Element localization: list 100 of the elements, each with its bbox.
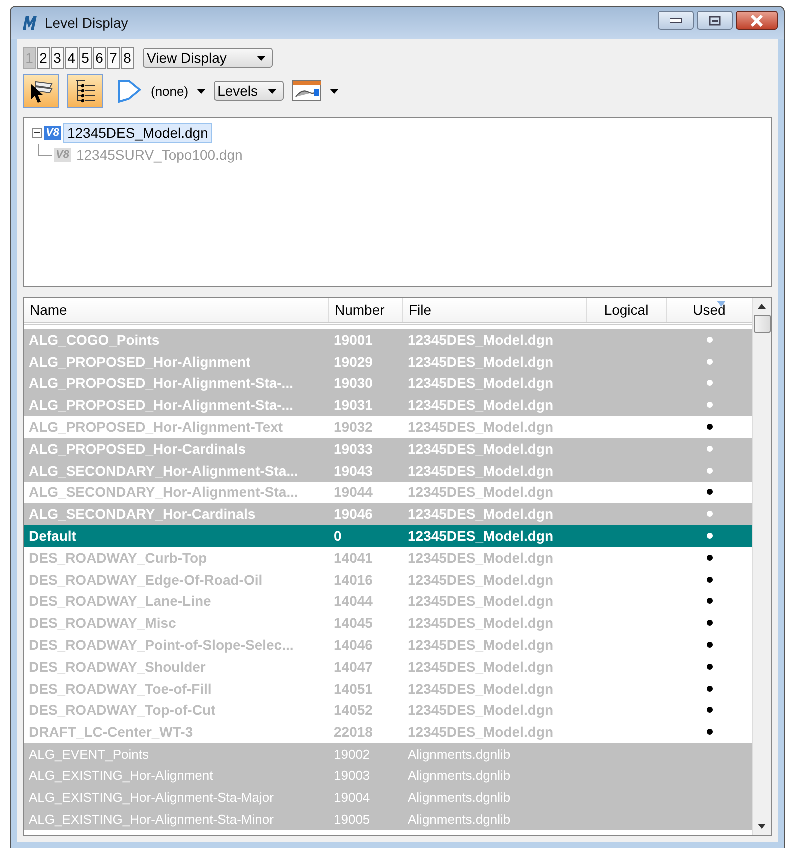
level-row[interactable]: ALG_EXISTING_Hor-Alignment-Sta-Major 19004 Alignments.dgnlib	[24, 786, 752, 809]
level-name: ALG_COGO_Points	[28, 332, 161, 348]
view-tab[interactable]: 5	[79, 47, 92, 69]
level-name: DES_ROADWAY_Point-of-Slope-Selec...	[28, 637, 295, 654]
level-number: 19029	[333, 354, 374, 370]
close-button[interactable]	[736, 11, 778, 30]
level-file: 12345DES_Model.dgn	[407, 375, 554, 392]
level-name: ALG_EXISTING_Hor-Alignment-Sta-Minor	[28, 812, 275, 827]
column-header[interactable]: Logical	[587, 298, 667, 322]
level-row[interactable]: ALG_PROPOSED_Hor-Cardinals 19033 12345DES_Model.dgn	[24, 438, 752, 460]
level-row[interactable]: ALG_PROPOSED_Hor-Alignment-Sta-... 19031 12345DES_Model.dgn	[24, 394, 752, 416]
level-row[interactable]: ALG_EXISTING_Hor-Alignment 19003 Alignments.dgnlib	[24, 764, 752, 787]
level-name: ALG_PROPOSED_Hor-Cardinals	[28, 440, 248, 457]
maximize-button[interactable]	[697, 11, 733, 30]
dropdown-arrow-icon	[196, 88, 206, 94]
filter-dropdown[interactable]: (none)	[151, 84, 206, 98]
view-tab[interactable]: 8	[121, 47, 134, 69]
level-row[interactable]: ALG_EXISTING_Hor-Alignment-Sta-Minor 19005 Alignments.dgnlib	[24, 808, 752, 830]
level-name: Default	[28, 528, 78, 544]
level-row[interactable]: ALG_PROPOSED_Hor-Alignment-Sta-... 19030 12345DES_Model.dgn	[24, 372, 752, 394]
level-number: 14046	[333, 637, 374, 654]
display-mode-dropdown[interactable]	[292, 80, 340, 102]
level-number: 22018	[333, 724, 374, 740]
level-row[interactable]: ALG_PROPOSED_Hor-Alignment 19029 12345DES_Model.dgn	[24, 350, 752, 373]
level-number: 19031	[333, 397, 374, 414]
column-header[interactable]: Used	[667, 298, 752, 322]
level-number: 19001	[333, 332, 374, 348]
level-file: 12345DES_Model.dgn	[407, 506, 554, 522]
level-file: 12345DES_Model.dgn	[407, 702, 554, 718]
level-number: 19030	[333, 375, 374, 392]
dropdown-arrow-icon	[257, 56, 266, 60]
layers-pointer-toggle[interactable]	[23, 74, 59, 108]
level-number: 14047	[333, 658, 374, 675]
level-file: Alignments.dgnlib	[407, 768, 512, 784]
level-row[interactable]: ALG_COGO_Points 19001 12345DES_Model.dgn	[24, 329, 752, 351]
view-dropdown[interactable]: View Display	[143, 48, 273, 68]
level-file: 12345DES_Model.dgn	[407, 332, 554, 348]
level-row[interactable]: ALG_SECONDARY_Hor-Alignment-Sta... 19043 12345DES_Model.dgn	[24, 460, 752, 482]
level-file: 12345DES_Model.dgn	[407, 572, 554, 588]
level-number: 19002	[333, 746, 372, 762]
level-number: 19033	[333, 440, 374, 457]
column-header[interactable]: Number	[329, 298, 403, 322]
level-row[interactable]: Default 0 12345DES_Model.dgn	[24, 525, 752, 547]
level-name: ALG_EXISTING_Hor-Alignment	[28, 768, 214, 784]
level-number: 19044	[333, 484, 374, 500]
level-number: 0	[333, 528, 343, 544]
dropdown-arrow-icon	[268, 88, 278, 94]
minimize-button[interactable]	[658, 11, 694, 30]
level-name: ALG_SECONDARY_Hor-Alignment-Sta...	[28, 484, 300, 500]
collapse-icon[interactable]	[32, 128, 42, 138]
level-number: 19004	[333, 790, 372, 806]
level-name: ALG_EXISTING_Hor-Alignment-Sta-Major	[28, 790, 275, 806]
level-file: 12345DES_Model.dgn	[407, 724, 554, 740]
level-number: 19005	[333, 812, 372, 827]
level-number: 14016	[333, 572, 374, 588]
view-tab[interactable]: 3	[51, 47, 64, 69]
file-type-badge: V8	[44, 126, 62, 140]
scrollbar[interactable]	[752, 298, 771, 835]
level-row[interactable]: ALG_SECONDARY_Hor-Cardinals 19046 12345DES_Model.dgn	[24, 503, 752, 526]
tree-list-icon	[73, 78, 97, 104]
level-file: 12345DES_Model.dgn	[407, 550, 554, 566]
level-name: DES_ROADWAY_Curb-Top	[28, 550, 208, 566]
level-name: DRAFT_LC-Center_WT-3	[28, 724, 194, 740]
column-header[interactable]: File	[403, 298, 587, 322]
level-file: 12345DES_Model.dgn	[407, 419, 554, 436]
level-name: DES_ROADWAY_Top-of-Cut	[28, 702, 217, 718]
level-name: DES_ROADWAY_Misc	[28, 615, 178, 632]
level-file: Alignments.dgnlib	[407, 790, 512, 806]
scroll-down-icon[interactable]	[758, 824, 766, 829]
view-tab[interactable]: 6	[93, 47, 106, 69]
level-file: 12345DES_Model.dgn	[407, 637, 554, 654]
level-name: DES_ROADWAY_Toe-of-Fill	[28, 680, 213, 697]
level-file: Alignments.dgnlib	[407, 746, 512, 762]
dropdown-arrow-icon	[330, 88, 340, 94]
tree-item[interactable]: 12345DES_Model.dgn	[63, 123, 212, 143]
scroll-thumb[interactable]	[754, 315, 770, 333]
view-tab[interactable]: 4	[65, 47, 78, 69]
file-type-badge: V8	[54, 148, 72, 162]
level-name: ALG_SECONDARY_Hor-Alignment-Sta...	[28, 462, 300, 479]
level-name: ALG_PROPOSED_Hor-Alignment	[28, 354, 252, 370]
level-row[interactable]: ALG_SECONDARY_Hor-Alignment-Sta... 19044 12345DES_Model.dgn	[24, 482, 752, 504]
level-number: 14041	[333, 550, 374, 566]
levels-dropdown[interactable]: Levels	[214, 81, 284, 101]
level-name: DES_ROADWAY_Edge-Of-Road-Oil	[28, 572, 264, 588]
level-file: 12345DES_Model.dgn	[407, 680, 554, 697]
minimize-icon	[670, 18, 682, 24]
level-file: 12345DES_Model.dgn	[407, 528, 554, 544]
app-logo-icon	[21, 14, 39, 32]
level-row[interactable]: ALG_EVENT_Points 19002 Alignments.dgnlib	[24, 743, 752, 765]
maximize-icon	[709, 16, 721, 26]
view-tab[interactable]: 7	[107, 47, 120, 69]
level-file: Alignments.dgnlib	[407, 812, 512, 827]
view-tab[interactable]: 2	[37, 47, 50, 69]
scroll-up-icon[interactable]	[758, 304, 766, 309]
column-header[interactable]: Name	[24, 298, 329, 322]
tree-view-toggle[interactable]	[67, 74, 103, 108]
window-title: Level Display	[45, 15, 130, 31]
level-file: 12345DES_Model.dgn	[407, 397, 554, 414]
level-number: 19046	[333, 506, 374, 522]
level-name: ALG_PROPOSED_Hor-Alignment-Sta-...	[28, 375, 294, 392]
